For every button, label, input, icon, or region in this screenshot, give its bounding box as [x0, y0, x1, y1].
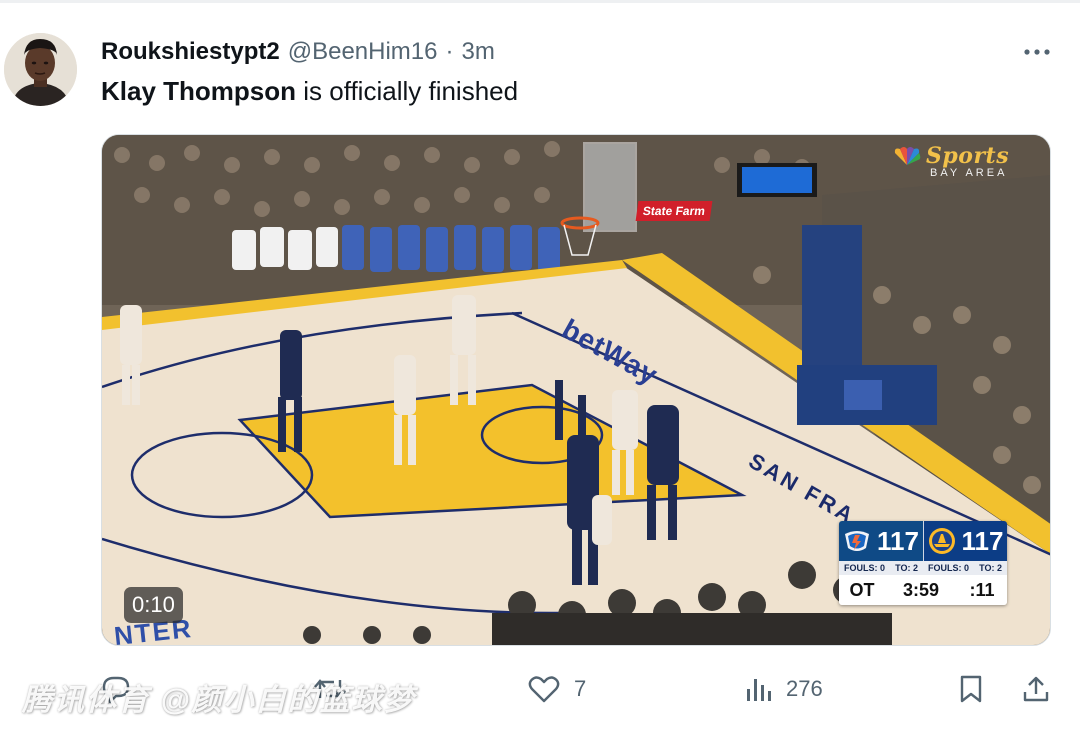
view-count: 276	[786, 676, 823, 701]
avatar[interactable]	[4, 33, 77, 106]
views-icon	[747, 679, 771, 701]
tweet-text-emphasis: Klay Thompson	[101, 76, 297, 106]
share-button[interactable]	[1022, 667, 1050, 711]
bookmark-icon	[960, 675, 982, 703]
home-score: 117	[961, 525, 1004, 556]
away-timeouts: TO: 2	[895, 563, 918, 573]
like-button[interactable]: 7	[528, 667, 586, 711]
home-fouls-row: FOULS: 0 TO: 2	[923, 561, 1007, 575]
avatar-image	[4, 33, 77, 106]
bookmark-button[interactable]	[958, 667, 984, 711]
away-team: 117	[839, 521, 923, 561]
warriors-logo-icon	[928, 528, 955, 554]
separator-dot: ·	[445, 38, 454, 65]
game-period: OT	[849, 579, 875, 600]
tweet-text: Klay Thompson is officially finished	[101, 76, 518, 107]
user-handle[interactable]: @BeenHim16	[288, 38, 438, 66]
shot-clock: :11	[969, 579, 995, 600]
timestamp[interactable]: 3m	[461, 38, 494, 66]
share-icon	[1023, 676, 1049, 702]
more-options-button[interactable]	[1020, 41, 1054, 63]
away-score: 117	[877, 525, 919, 556]
home-timeouts: TO: 2	[979, 563, 1002, 573]
heart-icon	[528, 676, 560, 703]
peacock-icon	[894, 147, 921, 165]
tweet-card: Roukshiestypt2 @BeenHim16 · 3m Klay Thom…	[0, 0, 1080, 729]
broadcaster-name: Sports	[926, 143, 1010, 169]
display-name[interactable]: Roukshiestypt2	[101, 38, 280, 66]
like-count: 7	[574, 676, 587, 701]
watermark: 腾讯体育 @颜小白的篮球梦	[22, 684, 416, 717]
tweet-text-body: is officially finished	[296, 76, 519, 106]
broadcaster-region: BAY AREA	[930, 167, 1008, 179]
video-player[interactable]: Sports BAY AREA State Farm betWay SAN FR…	[101, 134, 1051, 646]
scoreboard: 117 117 FOULS: 0 TO: 2 FOULS: 0 TO: 2 OT…	[839, 521, 1007, 605]
broadcaster-logo: Sports BAY AREA	[892, 143, 1009, 179]
away-fouls-row: FOULS: 0 TO: 2	[839, 561, 923, 575]
away-fouls: FOULS: 0	[844, 563, 886, 573]
tweet-header: Roukshiestypt2 @BeenHim16 · 3m	[101, 36, 495, 68]
video-duration: 0:10	[124, 587, 183, 623]
home-team: 117	[922, 521, 1007, 561]
more-horizontal-icon	[1024, 49, 1050, 55]
views-button[interactable]: 276	[744, 667, 823, 711]
sponsor-sign: State Farm	[635, 201, 713, 221]
home-fouls: FOULS: 0	[928, 563, 970, 573]
thunder-logo-icon	[845, 531, 869, 551]
game-clock: 3:59	[902, 579, 940, 600]
